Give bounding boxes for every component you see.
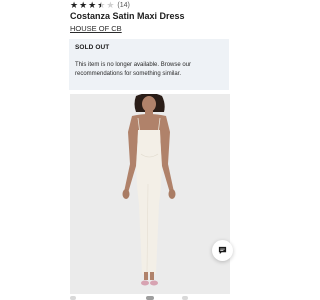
brand-link[interactable]: HOUSE OF CB (70, 24, 122, 33)
star-icon: ★ (79, 0, 88, 10)
star-rating: ★ ★ ★ ★ ★ (70, 0, 115, 10)
star-half-icon: ★ (97, 0, 105, 10)
star-icon: ★ (70, 0, 79, 10)
image-carousel-indicator (70, 295, 230, 300)
carousel-dot[interactable] (182, 296, 188, 300)
sold-out-title: SOLD OUT (75, 44, 110, 51)
product-image[interactable] (70, 94, 230, 294)
carousel-dot-active[interactable] (146, 296, 154, 300)
carousel-dot[interactable] (70, 296, 76, 300)
dress-photo (70, 94, 230, 294)
product-page: ★ ★ ★ ★ ★ (14) Costanza Satin Maxi Dress… (0, 0, 300, 300)
review-count[interactable]: (14) (117, 1, 129, 10)
chat-button[interactable] (212, 240, 233, 261)
product-title: Costanza Satin Maxi Dress (70, 11, 185, 21)
sold-out-message: This item is no longer available. Browse… (75, 62, 192, 77)
star-icon: ★ (88, 0, 97, 10)
star-empty-icon: ★ (106, 0, 115, 10)
chat-bubble-icon (218, 246, 227, 255)
rating-row[interactable]: ★ ★ ★ ★ ★ (14) (70, 0, 130, 10)
sold-out-notice: SOLD OUT This item is no longer availabl… (69, 39, 229, 90)
